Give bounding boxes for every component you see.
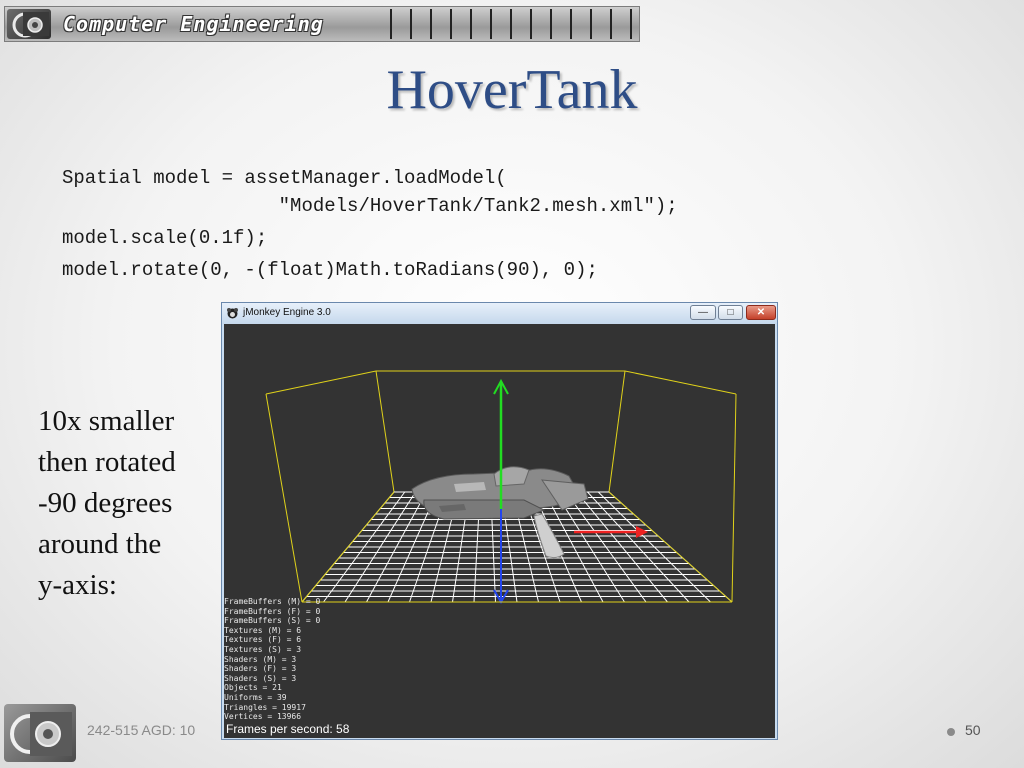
slide-title: HoverTank	[386, 59, 638, 121]
stat-line: Shaders (F) = 3	[224, 664, 297, 674]
caption-line: around the	[38, 528, 162, 560]
stat-line: Textures (M) = 6	[224, 625, 302, 635]
caption-line: 10x smaller	[38, 405, 175, 437]
stat-line: Uniforms = 39	[224, 692, 287, 702]
window-titlebar[interactable]: jMonkey Engine 3.0 — □ ✕	[222, 303, 777, 324]
stat-line: FrameBuffers (S) = 0	[224, 616, 321, 626]
minimize-icon: —	[698, 307, 708, 318]
stat-line: FrameBuffers (M) = 0	[224, 597, 321, 606]
stats-overlay: FrameBuffers (M) = 0 FrameBuffers (F) = …	[224, 597, 320, 722]
code-line: Spatial model = assetManager.loadModel(	[62, 167, 507, 189]
maximize-icon: □	[727, 307, 734, 318]
maximize-button[interactable]: □	[718, 305, 743, 320]
stat-line: Triangles = 19917	[224, 702, 306, 712]
caption: 10x smaller then rotated -90 degrees aro…	[38, 401, 213, 606]
banner-title: Computer Engineering	[63, 12, 324, 36]
gear-logo-icon	[7, 9, 51, 39]
caption-line: y-axis:	[38, 569, 117, 601]
stat-line: Vertices = 13966	[224, 712, 302, 722]
code-line: "Models/HoverTank/Tank2.mesh.xml");	[62, 195, 678, 217]
footer-course-text: 242-515 AGD: 10	[87, 722, 196, 738]
stat-line: Shaders (M) = 3	[224, 654, 297, 664]
stat-line: Objects = 21	[224, 683, 282, 693]
code-line: model.scale(0.1f);	[62, 227, 268, 249]
page-number: 50	[965, 722, 981, 738]
code-block: Spatial model = assetManager.loadModel( …	[62, 164, 678, 284]
jmonkey-window: jMonkey Engine 3.0 — □ ✕ FrameBuffers (M…	[221, 302, 778, 740]
page-bullet-icon	[947, 728, 955, 736]
close-icon: ✕	[756, 307, 766, 318]
minimize-button[interactable]: —	[690, 305, 716, 320]
code-line: model.rotate(0, -(float)Math.toRadians(9…	[62, 259, 598, 281]
stat-line: Shaders (S) = 3	[224, 673, 297, 683]
header-banner: Computer Engineering	[4, 6, 640, 42]
stat-line: Textures (S) = 3	[224, 644, 302, 654]
render-viewport[interactable]: FrameBuffers (M) = 0 FrameBuffers (F) = …	[224, 324, 775, 738]
window-title: jMonkey Engine 3.0	[243, 307, 331, 318]
footer-gear-logo-icon	[4, 704, 76, 762]
banner-stripes	[390, 9, 632, 39]
fps-counter: Frames per second: 58	[226, 722, 350, 736]
stat-line: FrameBuffers (F) = 0	[224, 606, 321, 616]
stat-line: Textures (F) = 6	[224, 635, 302, 645]
caption-line: -90 degrees	[38, 487, 173, 519]
caption-line: then rotated	[38, 446, 176, 478]
jmonkey-icon	[227, 308, 238, 319]
close-button[interactable]: ✕	[746, 305, 776, 320]
